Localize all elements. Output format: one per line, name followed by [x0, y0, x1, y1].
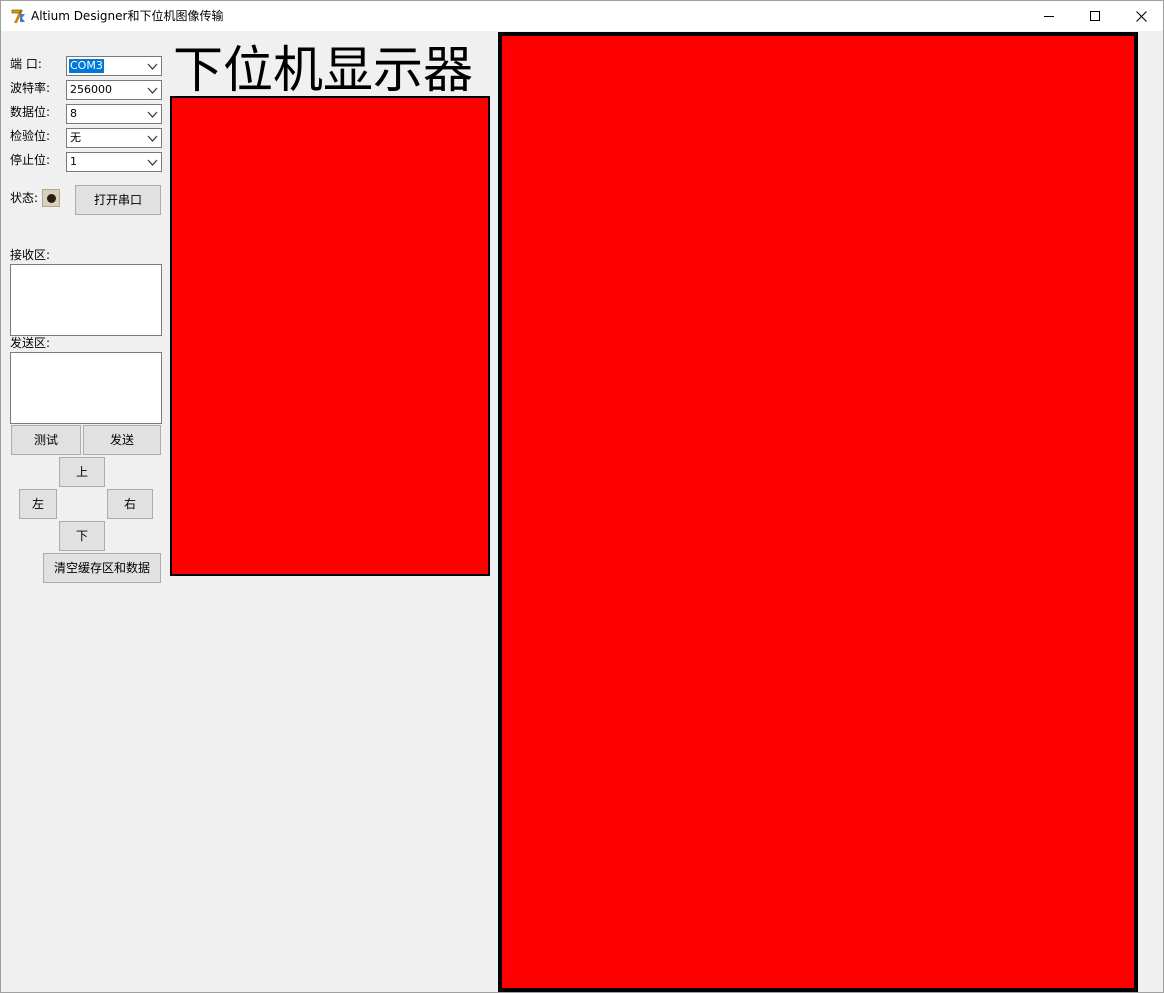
- app-window: Altium Designer和下位机图像传输 端 口: COM3 波特率: 2…: [0, 0, 1164, 993]
- chevron-down-icon: [147, 63, 158, 70]
- down-button[interactable]: 下: [59, 521, 105, 551]
- maximize-button[interactable]: [1072, 1, 1118, 31]
- baud-value: 256000: [70, 83, 112, 96]
- receive-textarea[interactable]: [10, 264, 162, 336]
- status-dot-icon: [46, 193, 56, 203]
- parity-label: 检验位:: [10, 129, 51, 143]
- send-textarea[interactable]: [10, 352, 162, 424]
- send-button[interactable]: 发送: [83, 425, 161, 455]
- chevron-down-icon: [147, 135, 158, 142]
- right-button[interactable]: 右: [107, 489, 153, 519]
- chevron-down-icon: [147, 87, 158, 94]
- chevron-down-icon: [147, 159, 158, 166]
- databits-value: 8: [70, 107, 77, 120]
- receive-label: 接收区:: [10, 248, 51, 262]
- open-port-button[interactable]: 打开串口: [75, 185, 161, 215]
- stopbits-label: 停止位:: [10, 153, 51, 167]
- send-label: 发送区:: [10, 336, 51, 350]
- main-screen: [498, 32, 1138, 992]
- databits-label: 数据位:: [10, 105, 51, 119]
- preview-screen: [170, 96, 490, 576]
- app-icon: [11, 9, 25, 23]
- test-button[interactable]: 测试: [11, 425, 81, 455]
- chevron-down-icon: [147, 111, 158, 118]
- parity-value: 无: [70, 131, 81, 144]
- close-icon: [1135, 10, 1147, 22]
- display-title: 下位机显示器: [173, 41, 473, 99]
- title-bar[interactable]: Altium Designer和下位机图像传输: [1, 1, 1163, 31]
- up-button[interactable]: 上: [59, 457, 105, 487]
- port-value: COM3: [69, 59, 104, 73]
- stopbits-select[interactable]: 1: [66, 152, 162, 172]
- window-title: Altium Designer和下位机图像传输: [31, 9, 224, 23]
- baud-label: 波特率:: [10, 81, 51, 95]
- port-select[interactable]: COM3: [66, 56, 162, 76]
- stopbits-value: 1: [70, 155, 77, 168]
- maximize-icon: [1090, 11, 1100, 21]
- status-label: 状态:: [10, 191, 39, 205]
- left-button[interactable]: 左: [19, 489, 57, 519]
- databits-select[interactable]: 8: [66, 104, 162, 124]
- status-indicator: [42, 189, 60, 207]
- minimize-icon: [1044, 16, 1054, 17]
- parity-select[interactable]: 无: [66, 128, 162, 148]
- clear-buffer-button[interactable]: 清空缓存区和数据: [43, 553, 161, 583]
- minimize-button[interactable]: [1026, 1, 1072, 31]
- close-button[interactable]: [1118, 1, 1164, 31]
- port-label: 端 口:: [10, 57, 42, 71]
- baud-select[interactable]: 256000: [66, 80, 162, 100]
